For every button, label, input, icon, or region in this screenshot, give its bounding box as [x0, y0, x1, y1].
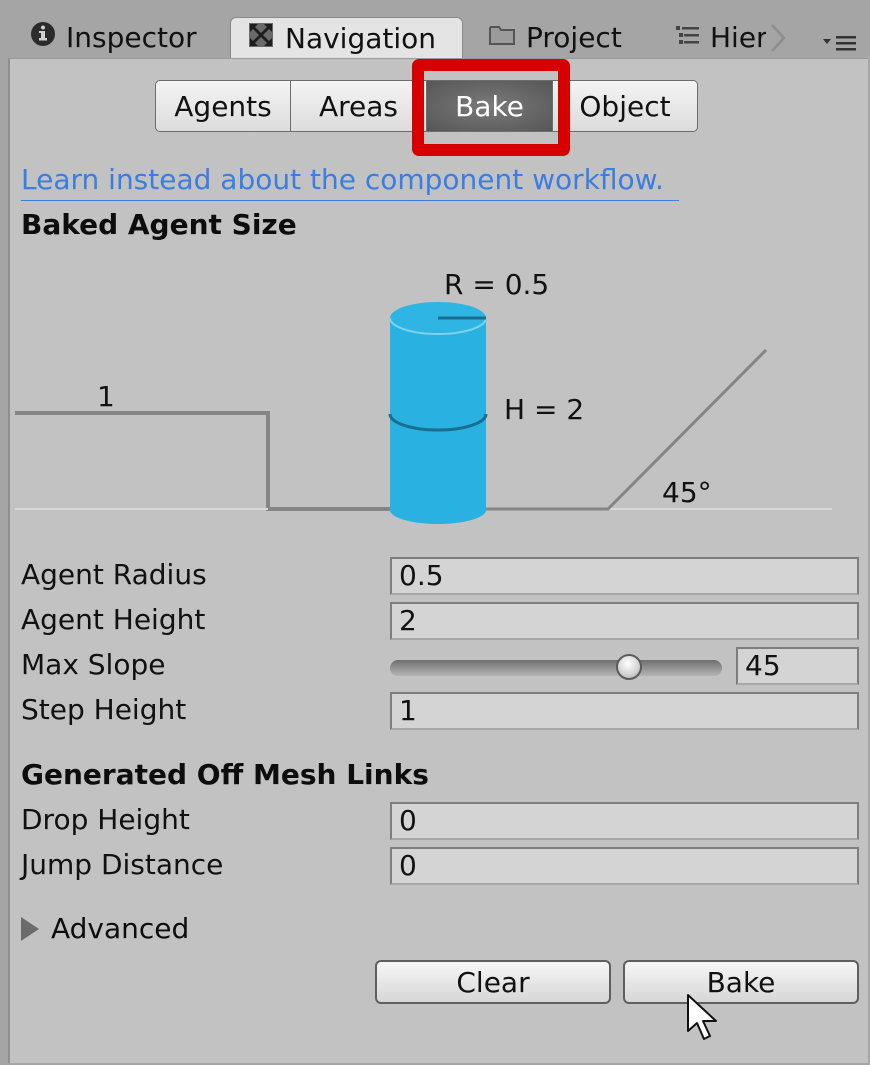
tab-inspector[interactable]: Inspector	[22, 16, 227, 58]
hierarchy-icon	[674, 21, 700, 54]
drop-height-field[interactable]: 0	[390, 802, 859, 840]
clear-button[interactable]: Clear	[375, 960, 611, 1004]
navigation-icon	[247, 21, 275, 56]
info-icon	[30, 21, 56, 54]
mouse-cursor-icon	[686, 993, 722, 1049]
bake-button[interactable]: Bake	[623, 960, 859, 1004]
segment-areas[interactable]: Areas	[291, 80, 427, 132]
step-height-label: Step Height	[21, 693, 187, 726]
editor-tab-bar: Inspector Navigation Project Hier	[0, 0, 870, 59]
baked-agent-size-header: Baked Agent Size	[21, 208, 297, 241]
advanced-foldout[interactable]: Advanced	[21, 912, 189, 945]
radius-label: R = 0.5	[444, 268, 549, 301]
slope-label: 45°	[662, 476, 712, 509]
segment-object-label: Object	[579, 89, 671, 123]
agent-radius-field[interactable]: 0.5	[390, 557, 859, 595]
highlight-box	[412, 59, 570, 156]
agent-height-field[interactable]: 2	[390, 602, 859, 640]
tab-navigation-label: Navigation	[285, 22, 437, 55]
tab-hierarchy-label: Hier	[710, 20, 766, 54]
height-label: H = 2	[504, 393, 584, 426]
max-slope-field[interactable]: 45	[736, 647, 859, 685]
segment-object[interactable]: Object	[553, 80, 698, 132]
step-outline	[15, 411, 390, 511]
max-slope-label: Max Slope	[21, 648, 166, 681]
step-height-field[interactable]: 1	[390, 692, 859, 730]
segment-agents-label: Agents	[174, 89, 272, 123]
max-slope-slider-track[interactable]	[390, 660, 722, 676]
step-label: 1	[97, 380, 115, 413]
folder-icon	[488, 21, 516, 54]
slope-outline	[486, 348, 768, 511]
tab-hierarchy[interactable]: Hier	[666, 16, 766, 58]
drop-height-label: Drop Height	[21, 803, 190, 836]
tab-project[interactable]: Project	[480, 16, 650, 58]
foldout-arrow-icon	[21, 916, 39, 941]
menu-icon[interactable]	[822, 34, 858, 56]
jump-distance-label: Jump Distance	[21, 848, 224, 881]
advanced-label: Advanced	[51, 912, 190, 945]
tab-inspector-label: Inspector	[66, 20, 197, 54]
jump-distance-field[interactable]: 0	[390, 847, 859, 885]
segment-areas-label: Areas	[318, 89, 399, 123]
agent-height-label: Agent Height	[21, 603, 206, 636]
agent-size-diagram: R = 0.5 H = 2 1 45°	[15, 268, 832, 524]
off-mesh-links-header: Generated Off Mesh Links	[21, 758, 429, 791]
component-workflow-link[interactable]: Learn instead about the component workfl…	[21, 163, 679, 201]
segment-agents[interactable]: Agents	[155, 80, 291, 132]
tab-project-label: Project	[526, 20, 622, 54]
chevron-right-icon[interactable]	[766, 22, 790, 58]
agent-radius-label: Agent Radius	[21, 558, 207, 591]
agent-cylinder	[388, 302, 488, 524]
clear-button-label: Clear	[456, 965, 530, 999]
tab-navigation[interactable]: Navigation	[230, 17, 463, 59]
